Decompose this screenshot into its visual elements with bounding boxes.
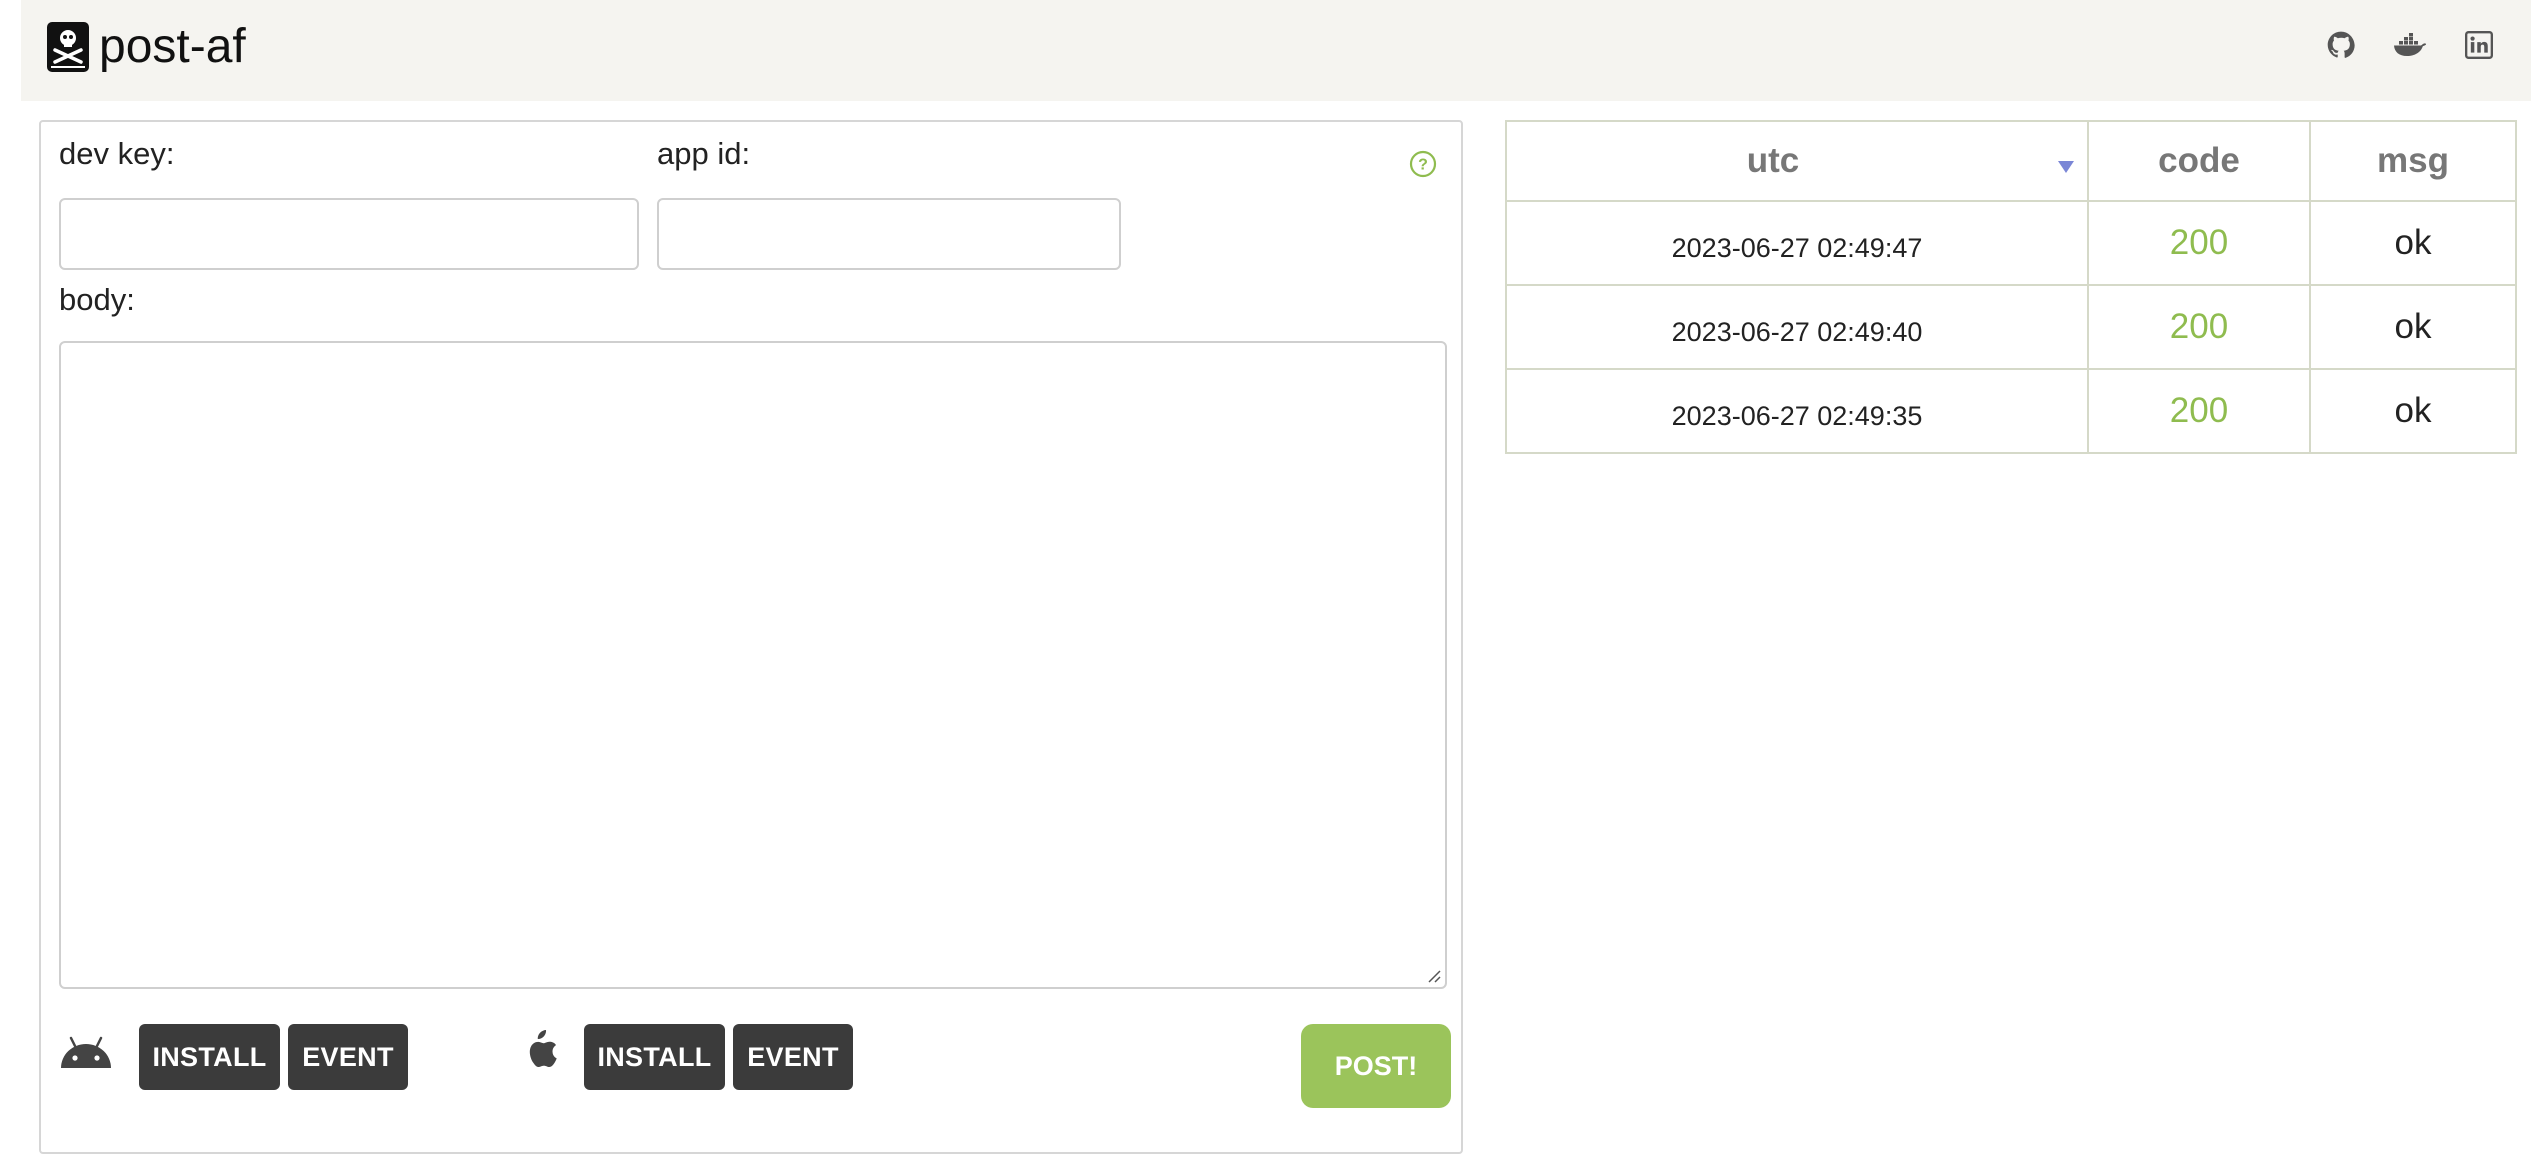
post-button[interactable]: POST!	[1301, 1024, 1451, 1108]
docker-icon[interactable]	[2393, 31, 2427, 59]
column-header-label: msg	[2377, 141, 2449, 180]
apple-icon	[529, 1030, 557, 1068]
body-textarea[interactable]	[59, 341, 1447, 989]
linkedin-icon[interactable]	[2465, 31, 2493, 59]
table-row[interactable]: 2023-06-27 02:49:35 200 ok	[1505, 368, 2517, 454]
table-row[interactable]: 2023-06-27 02:49:47 200 ok	[1505, 200, 2517, 286]
dev-key-input[interactable]	[59, 198, 639, 270]
android-install-button[interactable]: INSTALL	[139, 1024, 280, 1090]
svg-text:?: ?	[1418, 157, 1428, 174]
sort-desc-icon[interactable]	[2057, 160, 2075, 174]
logo[interactable]: post-af	[47, 22, 246, 72]
cell-msg: ok	[2309, 368, 2517, 454]
response-log-table: utc code msg 2023-06-27 02:49:47 200 ok …	[1505, 120, 2517, 454]
column-header-label: code	[2158, 141, 2240, 180]
ios-install-button[interactable]: INSTALL	[584, 1024, 725, 1090]
cell-msg: ok	[2309, 200, 2517, 286]
cell-code: 200	[2087, 284, 2311, 370]
app-header: post-af	[21, 0, 2531, 101]
table-header-row: utc code msg	[1505, 120, 2517, 202]
request-form: dev key: app id: ? body: INSTALL EVENT I…	[39, 120, 1463, 1154]
android-icon	[61, 1036, 111, 1068]
cell-code: 200	[2087, 368, 2311, 454]
header-links	[2327, 31, 2493, 59]
app-title: post-af	[99, 20, 246, 73]
column-header-label: utc	[1746, 141, 1800, 180]
body-label: body:	[59, 282, 135, 317]
question-circle-icon[interactable]: ?	[1409, 150, 1437, 178]
dev-key-label: dev key:	[59, 136, 175, 171]
cell-utc: 2023-06-27 02:49:35	[1505, 368, 2089, 454]
column-header-utc[interactable]: utc	[1505, 120, 2089, 202]
ios-event-button[interactable]: EVENT	[733, 1024, 853, 1090]
github-icon[interactable]	[2327, 31, 2355, 59]
table-row[interactable]: 2023-06-27 02:49:40 200 ok	[1505, 284, 2517, 370]
resize-grip-icon[interactable]	[1425, 967, 1441, 983]
cell-msg: ok	[2309, 284, 2517, 370]
cell-utc: 2023-06-27 02:49:47	[1505, 200, 2089, 286]
column-header-code[interactable]: code	[2087, 120, 2311, 202]
cell-utc: 2023-06-27 02:49:40	[1505, 284, 2089, 370]
app-id-input[interactable]	[657, 198, 1121, 270]
app-id-label: app id:	[657, 136, 751, 171]
column-header-msg[interactable]: msg	[2309, 120, 2517, 202]
android-event-button[interactable]: EVENT	[288, 1024, 408, 1090]
cell-code: 200	[2087, 200, 2311, 286]
skull-crossbones-icon	[47, 22, 89, 72]
